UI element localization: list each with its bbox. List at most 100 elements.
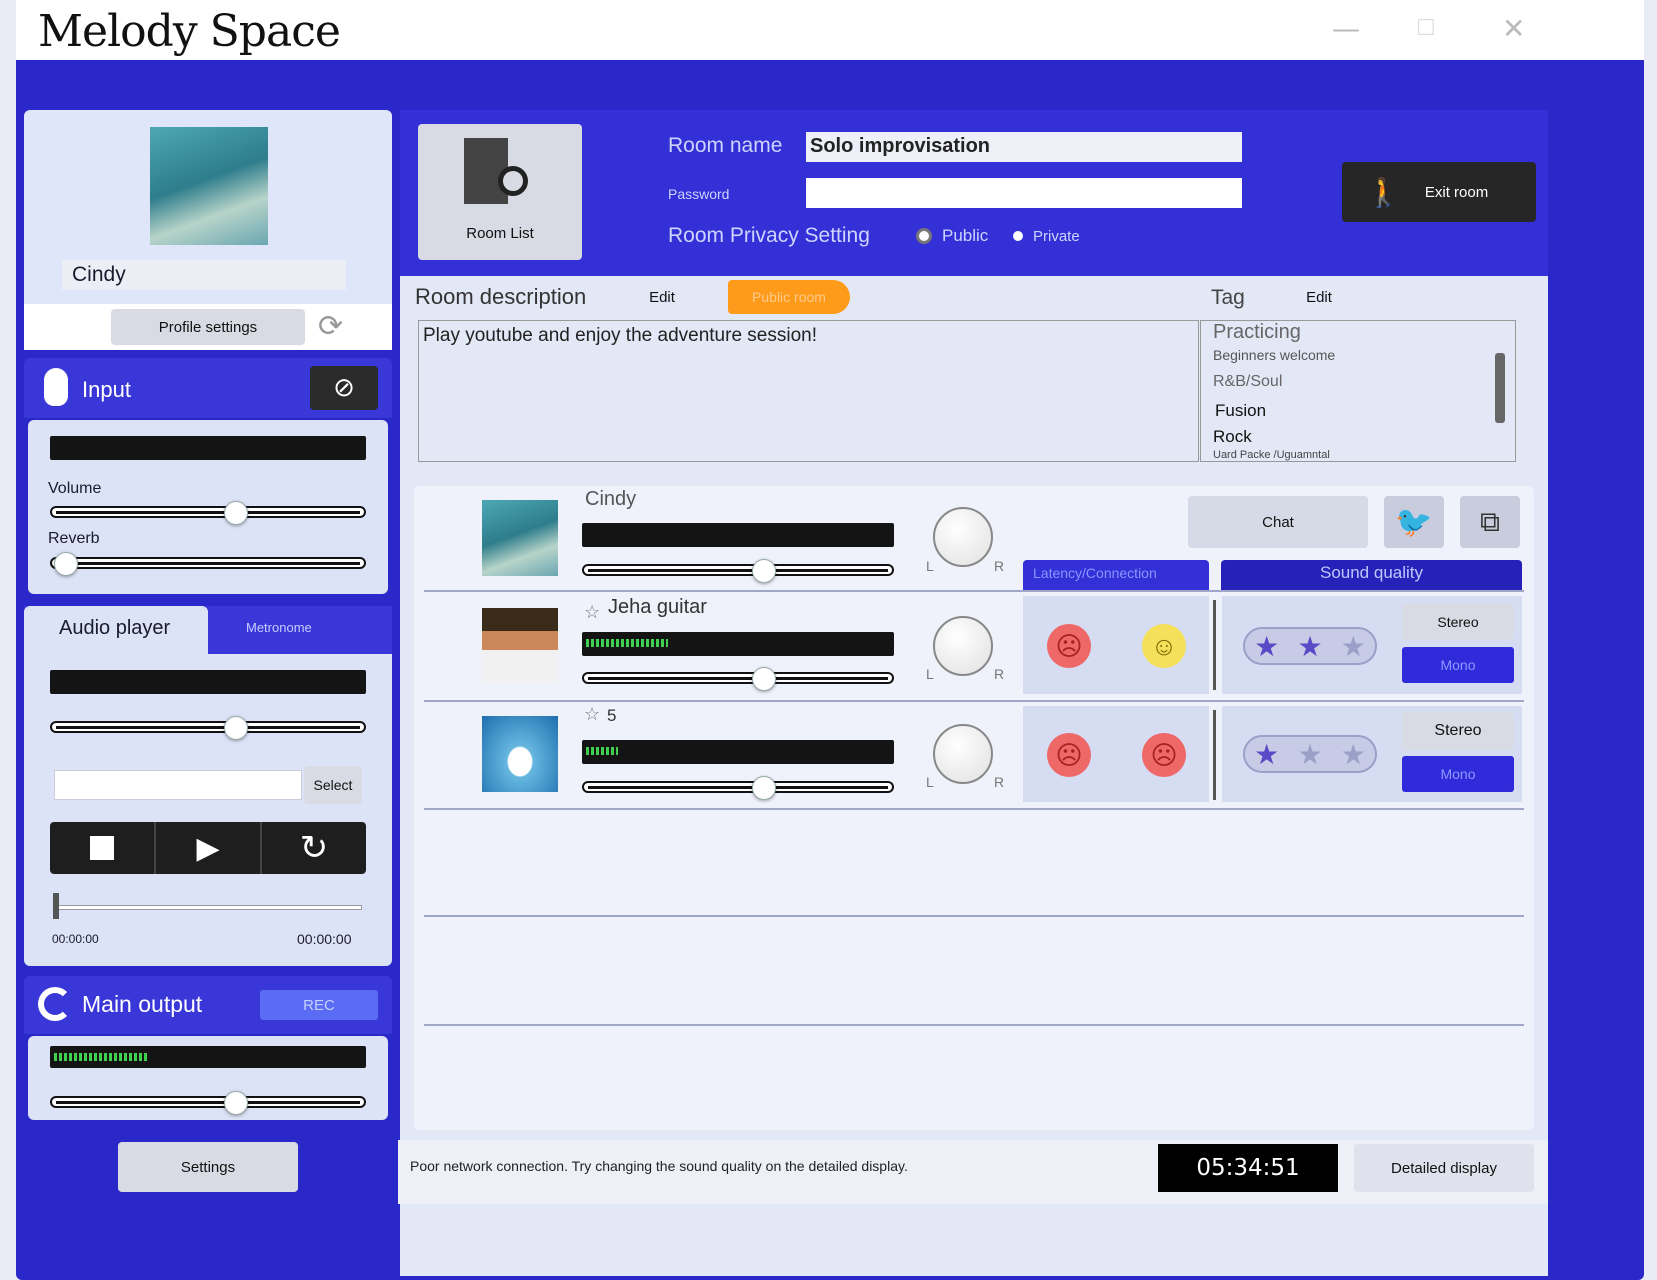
public-room-badge: Public room [728,280,850,314]
play-icon: ▶ [196,831,220,865]
mono-button[interactable]: Mono [1402,647,1514,683]
member-volume-slider[interactable] [582,776,894,800]
pan-knob[interactable] [933,507,993,567]
chat-button[interactable]: Chat [1188,496,1368,548]
repeat-button[interactable]: ↻ [262,822,366,874]
row-divider [424,808,1524,810]
magnifier-icon [498,166,528,196]
quality-stars[interactable]: ★ ★ ★ [1243,627,1377,665]
slider-thumb[interactable] [752,776,776,800]
input-volume-slider[interactable] [50,501,366,525]
public-radio[interactable] [916,228,932,244]
pan-left-label: L [926,774,934,790]
quality-stars[interactable]: ★ ★ ★ [1243,735,1377,773]
star-icon: ★ [1340,630,1366,662]
tag-item[interactable]: Beginners welcome [1213,347,1335,363]
pan-knob[interactable] [933,616,993,676]
output-level-meter [50,1046,366,1068]
private-radio[interactable] [1010,228,1026,244]
status-message: Poor network connection. Try changing th… [410,1158,908,1174]
exit-room-button[interactable]: 🚶 Exit room [1342,162,1536,222]
member-volume-slider[interactable] [582,667,894,691]
member-star-icon: ☆ [584,704,601,724]
tag-list[interactable]: Practicing Beginners welcome R&B/Soul Fu… [1200,320,1516,462]
pan-right-label: R [994,774,1005,790]
slider-thumb[interactable] [224,501,248,525]
row-divider [424,700,1524,702]
member-volume-slider[interactable] [582,559,894,583]
reverb-slider[interactable] [50,552,366,576]
pan-right-label: R [994,558,1005,574]
tag-scrollbar[interactable] [1495,353,1505,423]
pan-left-label: L [926,666,934,682]
room-list-button[interactable]: Room List [418,124,582,260]
mute-button[interactable]: ⊘ [310,366,378,410]
settings-button[interactable]: Settings [118,1142,298,1192]
time-total: 00:00:00 [297,931,352,947]
latency-header: Latency/Connection [1023,560,1209,590]
rec-button[interactable]: REC [260,990,378,1020]
edit-description-button[interactable]: Edit [616,280,708,314]
tag-item[interactable]: Fusion [1215,401,1266,421]
player-volume-slider[interactable] [50,716,366,740]
tab-metronome[interactable]: Metronome [246,620,312,635]
slider-thumb[interactable] [752,559,776,583]
room-name-field[interactable]: Solo improvisation [806,132,1242,162]
select-file-button[interactable]: Select [304,766,362,804]
play-button[interactable]: ▶ [156,822,262,874]
privacy-setting-label: Room Privacy Setting [668,224,870,247]
maximize-button[interactable]: ☐ [1416,16,1436,41]
copy-button[interactable]: ⧉ [1460,496,1520,548]
member-avatar[interactable] [482,608,558,684]
output-meter-fill [54,1053,148,1061]
stop-button[interactable] [50,822,156,874]
star-icon: ★ [1297,738,1323,770]
tag-item[interactable]: R&B/Soul [1213,373,1282,391]
pan-knob[interactable] [933,724,993,784]
row-divider [424,1024,1524,1026]
profile-settings-button[interactable]: Profile settings [111,309,305,345]
public-label: Public [942,226,989,245]
twitter-button[interactable]: 🐦 [1384,496,1444,548]
member-avatar[interactable] [482,500,558,576]
member-name: 5 [607,706,617,725]
profile-avatar[interactable] [150,127,268,245]
column-divider [1213,600,1216,690]
seek-bar[interactable] [54,905,362,910]
member-level-meter [582,740,894,764]
room-description-label: Room description [415,284,587,309]
profile-name: Cindy [62,260,346,290]
slider-thumb[interactable] [54,552,78,576]
mic-muted-icon: ⊘ [333,373,355,403]
slider-thumb[interactable] [224,1091,248,1115]
slider-thumb[interactable] [752,667,776,691]
slider-thumb[interactable] [224,716,248,740]
edit-tag-button[interactable]: Edit [1264,280,1374,314]
close-button[interactable]: ✕ [1502,12,1525,45]
refresh-icon[interactable]: ⟳ [318,309,343,344]
tag-item[interactable]: Rock [1213,427,1252,447]
tag-item[interactable]: Practicing [1213,321,1301,344]
row-divider [424,915,1524,917]
row-divider [424,590,1524,592]
audio-file-field[interactable] [54,770,302,800]
mono-button[interactable]: Mono [1402,756,1514,792]
member-level-meter [582,523,894,547]
stereo-button[interactable]: Stereo [1402,712,1514,750]
member-meter-fill [586,639,668,647]
minimize-button[interactable]: — [1332,12,1360,45]
detailed-display-button[interactable]: Detailed display [1354,1144,1534,1192]
member-level-meter [582,632,894,656]
seek-handle[interactable] [53,893,59,919]
volume-label: Volume [48,480,102,497]
stereo-button[interactable]: Stereo [1402,604,1514,640]
exit-room-label: Exit room [1424,183,1489,201]
tag-item[interactable]: Uard Packe /Uguamntal [1213,449,1330,461]
member-avatar[interactable] [482,716,558,792]
output-volume-slider[interactable] [50,1091,366,1115]
room-description-text[interactable]: Play youtube and enjoy the adventure ses… [418,320,1199,462]
pan-right-label: R [994,666,1005,682]
password-field[interactable] [806,178,1242,208]
input-level-meter [50,436,366,460]
tab-audio-player[interactable]: Audio player [24,606,208,656]
